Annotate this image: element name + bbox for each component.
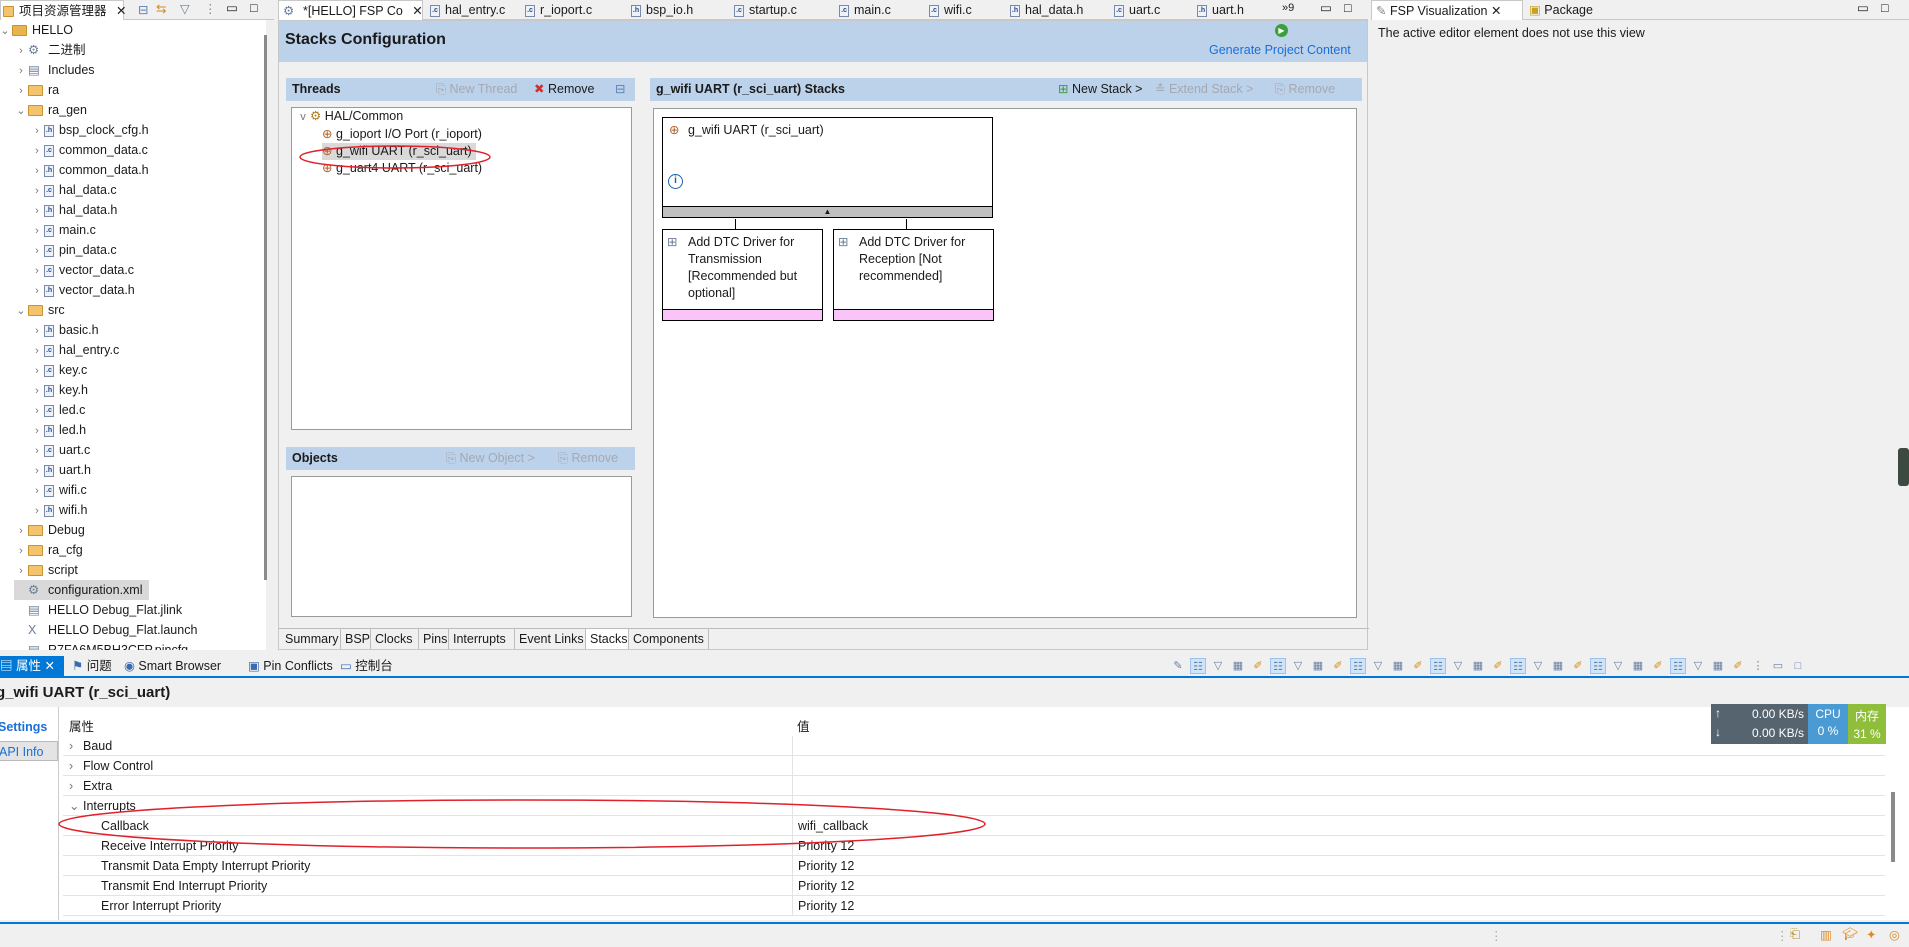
highlight-ellipse-callback (58, 799, 986, 849)
highlight-ellipse-thread (299, 145, 491, 169)
status-bar: ⋮ ⋮ ⎗ ▥ 🎓︎ ✦ ◎ (0, 922, 1909, 947)
map-icon[interactable]: ▥ (1820, 927, 1832, 942)
learn-icon[interactable]: 🎓︎ (1842, 927, 1858, 942)
help-icon[interactable]: ◎ (1889, 927, 1900, 942)
heap-icon[interactable]: ⎗ (1790, 927, 1800, 942)
highlight-annotations (58, 145, 986, 849)
status-separator: ⋮ (1776, 929, 1789, 943)
wand-icon[interactable]: ✦ (1866, 927, 1876, 942)
status-separator: ⋮ (1490, 929, 1503, 943)
